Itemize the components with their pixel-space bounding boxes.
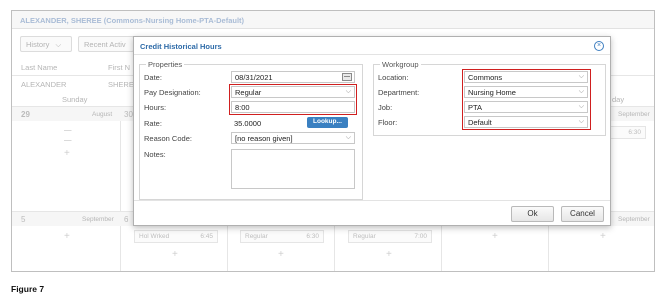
add-shift-icon[interactable]: + (172, 249, 178, 260)
sunday-header: Sunday (62, 95, 88, 104)
add-shift-icon[interactable]: + (64, 231, 70, 242)
day-29: 29 (21, 110, 30, 119)
rate-value: 35.0000 (234, 119, 262, 128)
calendar-icon[interactable] (342, 73, 352, 81)
month-label-september-week1: September (618, 111, 650, 118)
properties-group: Properties Date: 08/31/2021 Pay Designat… (139, 60, 363, 200)
chevron-down-icon: ⌵ (55, 40, 62, 49)
figure-caption: Figure 7 (11, 284, 45, 294)
date-label: Date: (144, 73, 162, 82)
ok-button[interactable]: Ok (511, 206, 554, 222)
highlight-box (462, 69, 591, 130)
first-name-value: SHERE (108, 80, 134, 89)
location-label: Location: (378, 73, 409, 82)
hours-label: Hours: (144, 103, 167, 112)
notes-label: Notes: (144, 150, 166, 159)
shift-card[interactable]: Hol Wrked 6:45 (134, 230, 218, 243)
month-label-september-right: September (618, 216, 650, 223)
first-name-header: First N (108, 63, 131, 72)
history-dropdown[interactable]: History ⌵ (20, 36, 72, 52)
credit-historical-hours-dialog: Credit Historical Hours × Properties Dat… (133, 36, 611, 226)
highlight-box (229, 84, 357, 115)
notes-textarea[interactable] (231, 149, 355, 189)
floor-label: Floor: (378, 118, 398, 127)
properties-legend: Properties (146, 60, 185, 69)
add-shift-icon[interactable]: + (386, 249, 392, 260)
lookup-button[interactable]: Lookup... (307, 117, 348, 128)
shift-card[interactable]: Regular 6:30 (240, 230, 324, 243)
chevron-down-icon: ⌵ (345, 134, 351, 141)
workgroup-legend: Workgroup (380, 60, 421, 69)
last-name-header: Last Name (21, 63, 58, 72)
add-shift-icon[interactable]: + (492, 231, 498, 242)
employee-title: ALEXANDER, SHEREE (Commons-Nursing Home-… (12, 11, 654, 29)
rate-label: Rate: (144, 119, 162, 128)
shift-card[interactable]: Regular 7:00 (348, 230, 432, 243)
month-label-september-week2: September (82, 216, 114, 223)
add-shift-icon[interactable]: + (278, 249, 284, 260)
history-label: History (26, 40, 50, 49)
pay-designation-label: Pay Designation: (144, 88, 201, 97)
day-5: 5 (21, 215, 26, 224)
add-shift-icon[interactable]: + (64, 148, 70, 159)
shift-card[interactable]: 6:30 (606, 126, 646, 139)
add-shift-icon[interactable]: + (600, 231, 606, 242)
close-icon[interactable]: × (594, 41, 604, 51)
last-name-value: ALEXANDER (21, 80, 67, 89)
recent-activity-button[interactable]: Recent Activ (78, 36, 134, 52)
reason-code-select[interactable]: [no reason given] ⌵ (231, 132, 355, 144)
month-label-august: August (92, 111, 113, 118)
job-label: Job: (378, 103, 393, 112)
workgroup-group: Workgroup Location: Commons ⌵ Department:… (373, 60, 606, 136)
reason-code-label: Reason Code: (144, 134, 192, 143)
day-6: 6 (124, 215, 129, 224)
department-label: Department: (378, 88, 420, 97)
day-30: 30 (124, 110, 133, 119)
saturday-header: day (612, 95, 625, 104)
dialog-title: Credit Historical Hours (134, 37, 610, 55)
cancel-button[interactable]: Cancel (561, 206, 604, 222)
date-field[interactable]: 08/31/2021 (231, 71, 355, 83)
